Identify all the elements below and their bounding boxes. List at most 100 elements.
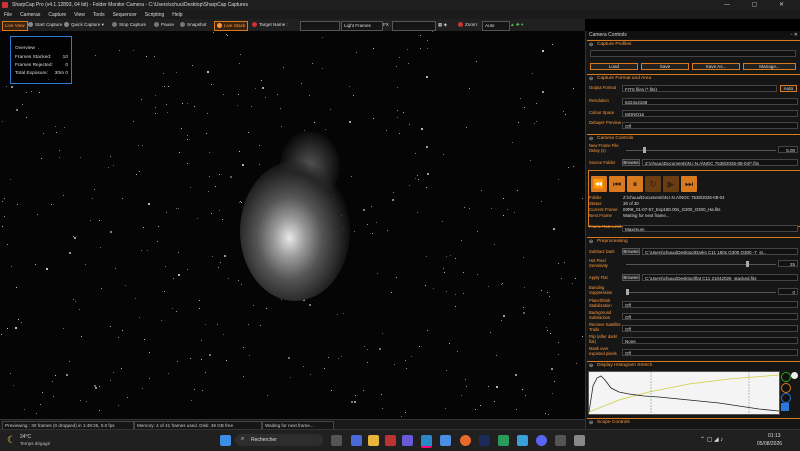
frame-rate-select[interactable]: Maximum [622, 225, 798, 232]
star [554, 381, 555, 382]
frame-delay-slider[interactable] [626, 150, 776, 151]
app-icon-2[interactable] [385, 435, 396, 446]
dark-file-select[interactable]: C:\Users\chuuu\Desktop\Darks C11 180s G3… [642, 248, 798, 255]
start-capture-button[interactable]: Start Capture [28, 21, 62, 29]
task-view-icon[interactable] [331, 435, 342, 446]
background-subtraction-select[interactable]: Off [622, 313, 798, 320]
star [536, 121, 537, 122]
file-explorer-icon[interactable] [368, 435, 379, 446]
brightness-icon[interactable] [781, 383, 791, 393]
flat-file-select[interactable]: C:\Users\chuuu\Desktop\flat C11 21042026… [642, 274, 798, 281]
star [290, 377, 291, 378]
app-icon-4[interactable] [440, 435, 451, 446]
star [53, 396, 54, 397]
stop-capture-button[interactable]: Stop Capture [112, 21, 146, 29]
flip-label: Flip (after dark/ flat) [589, 334, 618, 344]
banding-input[interactable]: 0 [778, 288, 798, 295]
temperature[interactable]: 24°C [20, 434, 31, 440]
skip-back-icon[interactable]: ⏮ [609, 176, 625, 192]
quick-capture-button[interactable]: Quick Capture ▾ [64, 21, 104, 29]
windows-start-icon[interactable] [220, 435, 231, 446]
reset-stretch-icon[interactable] [791, 372, 798, 379]
star [10, 179, 11, 180]
live-stack-button[interactable]: Live Stack [214, 21, 249, 31]
section-preprocessing[interactable]: Preprocessing [587, 237, 800, 246]
section-camera-controls[interactable]: Camera Controls [587, 134, 800, 143]
pause-icon[interactable]: ⏸ [627, 176, 643, 192]
image-viewport[interactable] [0, 31, 585, 419]
zoom-select[interactable]: Auto [482, 21, 510, 31]
system-tray-icons[interactable]: ⌃ ▢ ◢ ♪ [700, 436, 723, 443]
snapshot-button[interactable]: Snapshot [180, 21, 206, 29]
live-view-button[interactable]: Live View [2, 21, 28, 31]
clock-time[interactable]: 01:13 [768, 433, 781, 439]
clock-date[interactable]: 05/08/2026 [757, 441, 782, 447]
resolution-select[interactable]: 6224x4168 [622, 98, 798, 105]
source-folder-input[interactable]: Z:\chuuu\Documents\N.I.N.A\NGC 7538\2026… [642, 159, 798, 166]
save-stretch-icon[interactable] [781, 403, 789, 411]
options-icon[interactable] [781, 393, 791, 403]
grid-icon[interactable]: ▦ ◈ [438, 21, 447, 29]
load-profile-button[interactable]: Load [590, 63, 638, 70]
save-as-profile-button[interactable]: Save As... [692, 63, 740, 70]
panel-pin-icon[interactable]: ▫ ✕ [791, 31, 798, 39]
firefox-icon[interactable] [460, 435, 471, 446]
skip-forward-icon[interactable]: ⏭ [681, 176, 697, 192]
star [469, 208, 470, 209]
crosshair-icon[interactable]: ▲ ✚ ▾ [510, 21, 523, 29]
auto-button[interactable]: Auto [780, 85, 797, 92]
star [16, 109, 18, 111]
save-profile-button[interactable]: Save [641, 63, 689, 70]
section-capture-format[interactable]: Capture Format and Area [587, 74, 800, 83]
app-icon-6[interactable] [517, 435, 528, 446]
star [55, 375, 56, 376]
refresh-icon[interactable]: ↻ [645, 176, 661, 192]
debayer-label: Debayer Preview [589, 120, 621, 125]
rewind-icon[interactable]: ⏪ [591, 176, 607, 192]
banding-slider[interactable] [626, 292, 776, 293]
planet-stabilization-select[interactable]: Off [622, 301, 798, 308]
section-scope-controls[interactable]: Scope Controls [587, 418, 800, 427]
star [7, 328, 8, 329]
source-browse-button[interactable]: Browse [622, 159, 640, 166]
output-format-select[interactable]: FITS files (*.fits) [622, 85, 777, 92]
manage-profiles-button[interactable]: Manage... [743, 63, 796, 70]
hot-pixel-slider[interactable] [626, 264, 776, 265]
app-icon-1[interactable] [351, 435, 362, 446]
app-icon-active[interactable] [421, 435, 432, 448]
flip-select[interactable]: None [622, 337, 798, 344]
colour-space-select[interactable]: MONO16 [622, 110, 798, 117]
stop-icon [112, 22, 117, 28]
app-icon-8[interactable] [574, 435, 585, 446]
play-icon[interactable]: ▶ [663, 176, 679, 192]
frame-type-select[interactable]: Light Frames [341, 21, 383, 31]
taskbar-search-box[interactable]: ⌕ Rechercher [235, 434, 323, 446]
fx-select[interactable] [392, 21, 436, 31]
frame-delay-input[interactable]: 5.00 [778, 146, 798, 153]
mask-select[interactable]: Off [622, 349, 798, 356]
pause-button[interactable]: Pause [154, 21, 174, 29]
app-icon-7[interactable] [555, 435, 566, 446]
target-name-input[interactable] [300, 21, 340, 31]
star [549, 314, 550, 315]
section-histogram-stretch[interactable]: Display Histogram Stretch [587, 361, 800, 370]
hot-pixel-slider-handle[interactable] [746, 261, 749, 267]
section-capture-profiles[interactable]: Capture Profiles [587, 40, 800, 49]
profile-select[interactable] [590, 50, 796, 57]
satellite-trails-select[interactable]: Off [622, 325, 798, 332]
hot-pixel-input[interactable]: 25 [778, 260, 798, 267]
app-icon-5[interactable] [498, 435, 509, 446]
window-controls[interactable]: — ▢ ✕ [724, 1, 794, 8]
dark-browse-button[interactable]: Browse [622, 248, 640, 255]
frame-delay-slider-handle[interactable] [643, 147, 646, 153]
weather-text[interactable]: Temps dégagé [20, 441, 50, 446]
star [476, 61, 477, 62]
app-icon-3[interactable] [402, 435, 413, 446]
histogram-chart[interactable] [588, 371, 780, 415]
photoshop-icon[interactable] [479, 435, 490, 446]
banding-slider-handle[interactable] [626, 289, 629, 295]
flat-browse-button[interactable]: Browse [622, 274, 640, 281]
discord-icon[interactable] [536, 435, 547, 446]
auto-stretch-icon[interactable] [781, 372, 791, 382]
debayer-select[interactable]: Off [622, 122, 798, 129]
